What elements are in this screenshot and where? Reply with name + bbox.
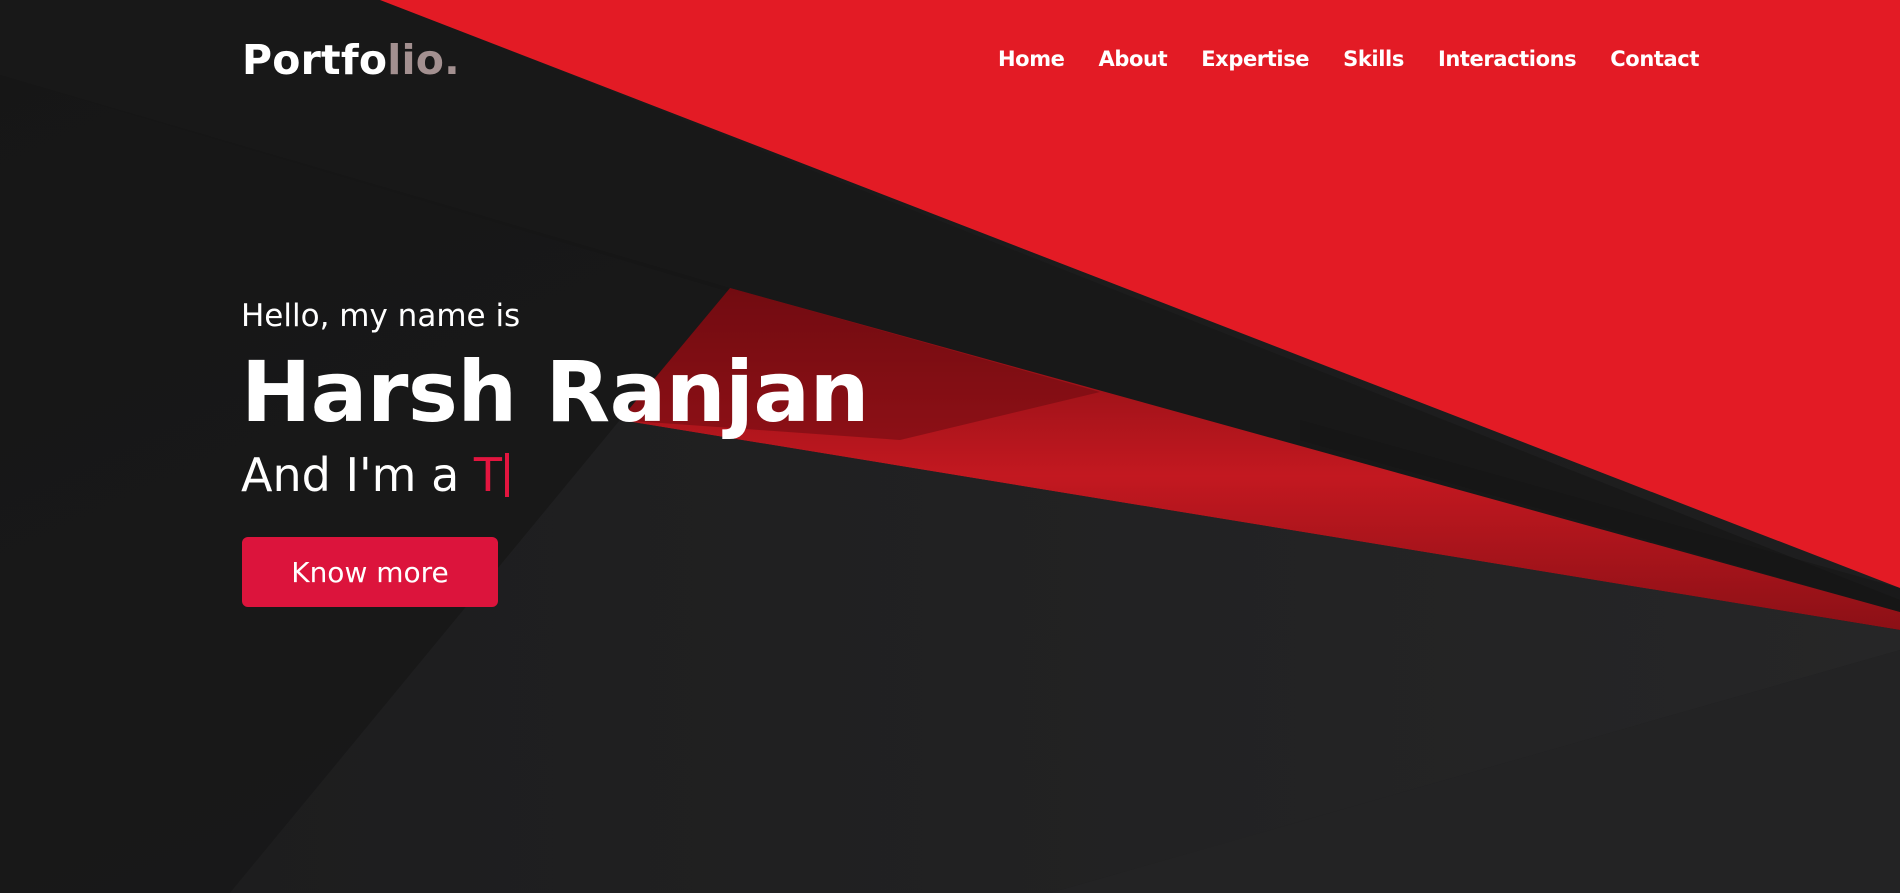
site-logo[interactable]: Portfolio. [242,33,460,87]
hero-greeting: Hello, my name is [241,298,521,334]
nav-link-interactions[interactable]: Interactions [1438,44,1577,74]
hero-content: Hello, my name is Harsh Ranjan And I'm a… [241,290,1141,508]
role-prefix: And I'm a [241,448,474,502]
hero-role-line: And I'm a T [241,442,1141,508]
nav-link-home[interactable]: Home [998,44,1065,74]
nav-link-skills[interactable]: Skills [1343,44,1404,74]
know-more-button[interactable]: Know more [242,537,498,607]
logo-text: Portfo [242,36,388,84]
nav-menu: Home About Expertise Skills Interactions… [998,44,1699,74]
typed-role-text: T [473,448,503,502]
nav-link-contact[interactable]: Contact [1610,44,1699,74]
nav-link-expertise[interactable]: Expertise [1201,44,1309,74]
navbar: Portfolio. Home About Expertise Skills I… [0,0,1900,118]
logo-accent-text: lio. [387,36,460,84]
hero-section: Portfolio. Home About Expertise Skills I… [0,0,1900,893]
typing-cursor [505,453,510,497]
hero-name: Harsh Ranjan [241,343,869,441]
nav-link-about[interactable]: About [1099,44,1168,74]
